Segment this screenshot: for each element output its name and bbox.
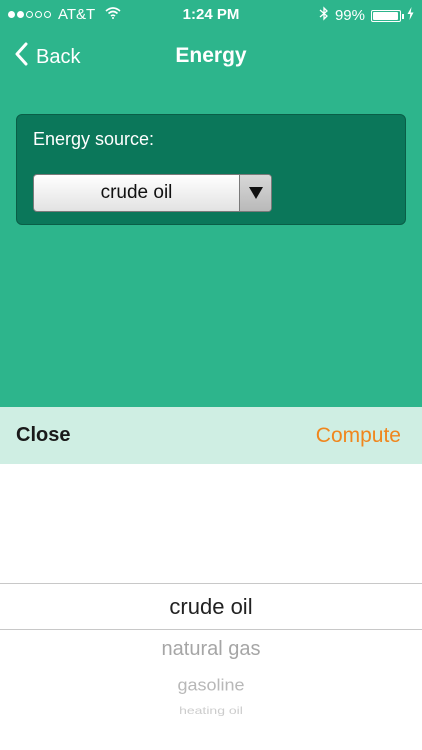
picker-option[interactable]: gasoline [0,676,422,695]
battery-percent: 99% [334,7,365,24]
energy-source-value: crude oil [100,182,173,203]
picker-selection-bottom-line [0,629,422,630]
picker-option-selected[interactable]: crude oil [0,594,422,620]
bluetooth-icon [319,6,329,25]
picker-option[interactable]: natural gas [0,638,422,661]
energy-source-label: Energy source: [33,129,155,149]
page-title: Energy [175,44,247,67]
dropdown-arrow-icon[interactable] [239,175,271,211]
picker-option[interactable]: heating oil [0,704,422,716]
picker-selection-top-line [0,583,422,584]
battery-tip [402,13,404,19]
energy-source-select[interactable]: crude oil [33,174,272,212]
status-bar: AT&T 1:24 PM 99% [0,0,422,30]
battery-icon [371,9,404,22]
close-button[interactable]: Close [16,424,70,447]
charging-bolt-icon [407,7,414,24]
picker-toolbar: Close Compute [0,407,422,464]
energy-source-card: Energy source: crude oil [16,114,406,225]
battery-fill [373,11,399,20]
energy-source-picker[interactable]: crude oil natural gas gasoline heating o… [0,464,422,750]
compute-button[interactable]: Compute [316,424,401,448]
status-right: 99% [319,6,414,25]
